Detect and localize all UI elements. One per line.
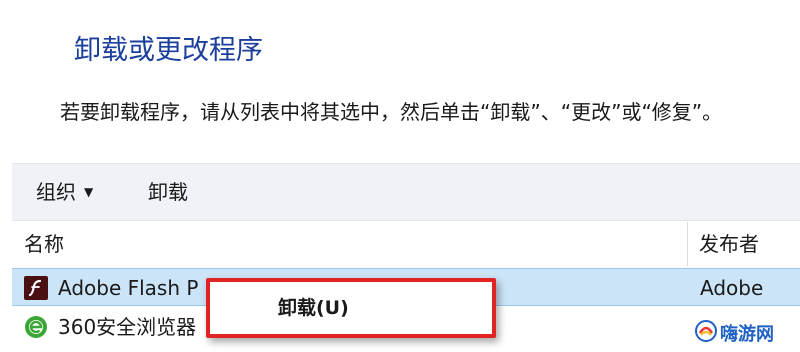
context-menu-uninstall[interactable]: 卸载(U) [278, 282, 349, 334]
watermark-text: 嗨游网 [720, 324, 774, 345]
column-divider[interactable] [687, 222, 688, 266]
instruction-text: 若要卸载程序，请从列表中将其选中，然后单击“卸载”、“更改”或“修复”。 [60, 100, 723, 124]
toolbar: 组织 ▼ 卸载 [12, 163, 800, 221]
program-name: 360安全浏览器 [58, 315, 197, 339]
organize-label: 组织 [36, 180, 76, 204]
adobe-flash-icon [24, 276, 48, 300]
column-header: 名称 发布者 [12, 222, 800, 266]
program-publisher: Adobe [700, 276, 764, 300]
name-column-header[interactable]: 名称 [24, 222, 64, 266]
page-title: 卸载或更改程序 [74, 35, 263, 66]
context-menu: 卸载(U) [206, 278, 496, 338]
watermark: 嗨游网 [694, 316, 794, 346]
organize-button[interactable]: 组织 ▼ [36, 164, 93, 220]
caret-down-icon: ▼ [84, 185, 94, 199]
program-name: Adobe Flash P [58, 276, 199, 300]
360-browser-icon [24, 315, 48, 339]
uninstall-toolbar-button[interactable]: 卸载 [148, 164, 188, 220]
publisher-column-header[interactable]: 发布者 [699, 222, 759, 266]
watermark-logo-icon [695, 320, 717, 342]
